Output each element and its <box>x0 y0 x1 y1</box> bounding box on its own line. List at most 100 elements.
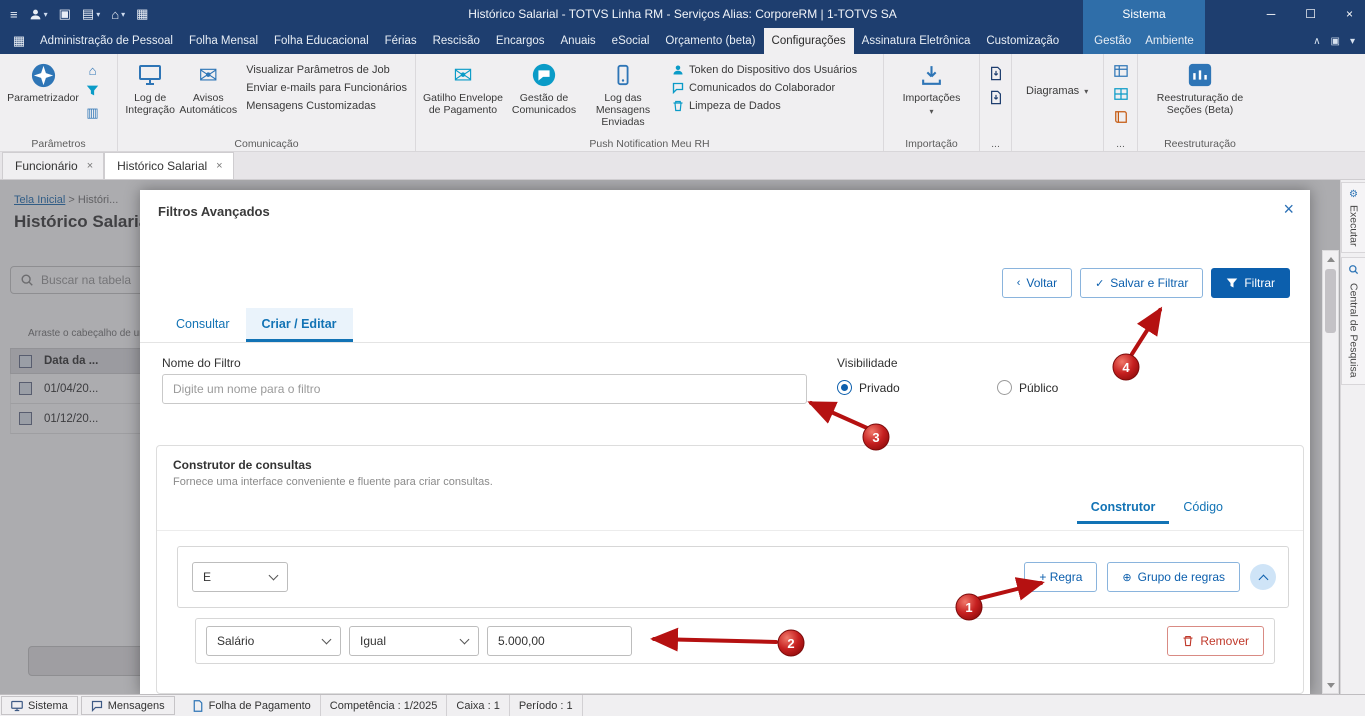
scrollbar-thumb[interactable] <box>1325 269 1336 333</box>
chevron-down-icon <box>459 634 470 645</box>
status-mensagens-label: Mensagens <box>107 699 165 712</box>
builder-tabs: Construtor Código <box>1076 492 1237 524</box>
avisos-automaticos-label: Avisos Automáticos <box>179 92 238 117</box>
diagramas-button[interactable]: Diagramas ▾ <box>1016 56 1099 126</box>
ribbon-item-visualizar-job[interactable]: Visualizar Parâmetros de Job <box>246 64 407 76</box>
ribbon-item-comunicados-colaborador[interactable]: Comunicados do Colaborador <box>672 82 857 94</box>
menu-item-orcamento[interactable]: Orçamento (beta) <box>657 28 763 54</box>
group-label-push: Push Notification Meu RH <box>589 138 710 150</box>
export-file-icon[interactable] <box>989 66 1003 83</box>
ribbon-item-enviar-emails[interactable]: Enviar e-mails para Funcionários <box>246 82 407 94</box>
maximize-button[interactable]: ☐ <box>1305 7 1316 21</box>
parametrizador-button[interactable]: Parametrizador <box>4 56 82 137</box>
menu-item-configuracoes[interactable]: Configurações <box>763 28 854 54</box>
chat-icon <box>672 82 684 94</box>
import-file-icon[interactable] <box>989 90 1003 107</box>
log-mensagens-label: Log das Mensagens Enviadas <box>595 92 651 129</box>
log-integracao-button[interactable]: Log de Integração <box>122 56 178 137</box>
book-icon[interactable] <box>1114 110 1128 126</box>
menu-item-ferias[interactable]: Férias <box>377 28 425 54</box>
radio-publico[interactable]: Público <box>997 380 1058 395</box>
collapse-ribbon-icon[interactable]: ∧ <box>1313 36 1320 47</box>
tab-consultar[interactable]: Consultar <box>160 308 246 342</box>
close-tab-icon[interactable]: × <box>216 160 222 172</box>
scroll-down-button[interactable] <box>1323 677 1338 693</box>
close-tab-icon[interactable]: × <box>87 160 93 172</box>
scrollbar-track[interactable] <box>1323 267 1338 677</box>
window-title: Histórico Salarial - TOTVS Linha RM - Se… <box>468 7 897 21</box>
menu-item-folha-mensal[interactable]: Folha Mensal <box>181 28 266 54</box>
minimize-button[interactable]: ─ <box>1267 7 1276 21</box>
menu-item-gestao[interactable]: Gestão <box>1094 28 1131 54</box>
importacoes-button[interactable]: Importações ▾ <box>890 56 974 137</box>
group-label-dots-1: ... <box>991 138 1000 150</box>
modal-title: Filtros Avançados <box>158 204 270 219</box>
add-rule-group-button[interactable]: ⊕ Grupo de regras <box>1107 562 1240 592</box>
filter-edit-icon[interactable] <box>86 84 99 99</box>
menu-item-assinatura[interactable]: Assinatura Eletrônica <box>854 28 979 54</box>
gestao-comunicados-button[interactable]: Gestão de Comunicados <box>506 56 582 137</box>
screenshot-icon[interactable]: ▣ <box>59 6 71 22</box>
side-tab-executar-label: Executar <box>1347 205 1360 247</box>
chevron-left-icon: ‹ <box>1016 277 1021 289</box>
combinator-select[interactable]: E <box>192 562 288 592</box>
grid-icon[interactable] <box>1113 87 1128 103</box>
app-logo-icon[interactable]: ▦ <box>6 28 32 54</box>
add-rule-button[interactable]: + Regra <box>1024 562 1098 592</box>
sistema-menu[interactable]: Sistema <box>1083 0 1205 28</box>
menu-item-folha-educacional[interactable]: Folha Educacional <box>266 28 377 54</box>
doc-tab-funcionario[interactable]: Funcionário × <box>2 152 105 179</box>
query-builder-panel: Construtor de consultas Fornece uma inte… <box>156 445 1304 694</box>
ribbon-item-token-dispositivo[interactable]: Token do Dispositivo dos Usuários <box>672 64 857 76</box>
remover-button[interactable]: Remover <box>1167 626 1264 656</box>
radio-privado[interactable]: Privado <box>837 380 900 395</box>
side-tab-central-pesquisa[interactable]: Central de Pesquisa <box>1341 257 1365 385</box>
menu-item-administracao[interactable]: Administração de Pessoal <box>32 28 181 54</box>
builder-title: Construtor de consultas <box>173 458 312 472</box>
filtrar-button[interactable]: Filtrar <box>1211 268 1290 298</box>
log-mensagens-button[interactable]: Log das Mensagens Enviadas <box>582 56 664 137</box>
menu-item-encargos[interactable]: Encargos <box>488 28 553 54</box>
titlebar-quick-icons: ≡ ▾ ▣ ▤ ▾ ⌂ ▾ ▦ <box>10 0 148 28</box>
salvar-e-filtrar-button[interactable]: ✓ Salvar e Filtrar <box>1080 268 1204 298</box>
ribbon-item-mensagens-customizadas[interactable]: Mensagens Customizadas <box>246 100 407 112</box>
menu-item-anuais[interactable]: Anuais <box>553 28 604 54</box>
doc-tab-historico-salarial[interactable]: Histórico Salarial × <box>104 152 234 179</box>
scroll-up-button[interactable] <box>1323 251 1338 267</box>
home-icon[interactable]: ⌂ <box>111 7 119 22</box>
side-tab-executar[interactable]: ⚙ Executar <box>1341 182 1365 254</box>
gatilho-envelope-button[interactable]: ✉ Gatilho Envelope de Pagamento <box>420 56 506 137</box>
chevron-up-icon <box>1258 574 1268 584</box>
rule-field-select[interactable]: Salário <box>206 626 341 656</box>
archive-icon[interactable]: ▤ <box>82 6 94 22</box>
close-modal-icon[interactable]: × <box>1283 199 1294 220</box>
avisos-automaticos-button[interactable]: ✉ Avisos Automáticos <box>178 56 238 137</box>
close-button[interactable]: × <box>1346 7 1353 21</box>
menu-item-rescisao[interactable]: Rescisão <box>425 28 488 54</box>
voltar-button[interactable]: ‹ Voltar <box>1001 268 1073 298</box>
collapse-group-button[interactable] <box>1250 564 1276 590</box>
spreadsheet-icon[interactable] <box>1113 64 1128 80</box>
reestruturacao-button[interactable]: Reestruturação de Seções (Beta) <box>1144 56 1256 137</box>
status-mensagens[interactable]: Mensagens <box>80 696 175 715</box>
status-sistema-label: Sistema <box>28 699 68 712</box>
nome-do-filtro-input[interactable] <box>162 374 807 404</box>
status-sistema[interactable]: Sistema <box>1 696 78 715</box>
home-icon[interactable]: ⌂ <box>89 64 97 77</box>
rule-value-input[interactable] <box>487 626 632 656</box>
menu-icon[interactable]: ≡ <box>10 7 18 22</box>
menu-item-customizacao[interactable]: Customização <box>978 28 1067 54</box>
rule-operator-select[interactable]: Igual <box>349 626 479 656</box>
layout-icon[interactable]: ▣ <box>1331 36 1340 47</box>
vertical-scrollbar[interactable] <box>1322 250 1339 694</box>
copy-icon[interactable]: ▥ <box>86 106 98 119</box>
ribbon-item-limpeza-dados[interactable]: Limpeza de Dados <box>672 100 857 112</box>
tab-criar-editar[interactable]: Criar / Editar <box>245 308 353 342</box>
caret-down-icon[interactable]: ▾ <box>1350 36 1355 47</box>
panels-icon[interactable]: ▦ <box>136 6 148 22</box>
menu-item-esocial[interactable]: eSocial <box>604 28 658 54</box>
tab-construtor[interactable]: Construtor <box>1076 492 1170 524</box>
user-icon[interactable]: ▾ <box>29 8 48 21</box>
tab-codigo[interactable]: Código <box>1169 492 1237 524</box>
menu-item-ambiente[interactable]: Ambiente <box>1145 28 1194 54</box>
